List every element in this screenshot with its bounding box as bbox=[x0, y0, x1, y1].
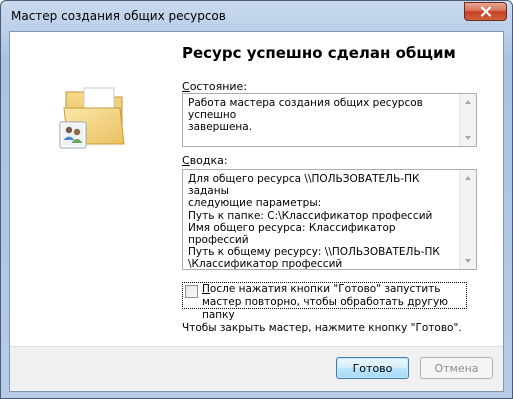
restart-wizard-option[interactable]: После нажатия кнопки "Готово" запустить … bbox=[182, 282, 467, 321]
wizard-content: Ресурс успешно сделан общим Состояние: Р… bbox=[9, 31, 504, 392]
scroll-down-icon[interactable] bbox=[465, 259, 471, 263]
close-hint: Чтобы закрыть мастер, нажмите кнопку "Го… bbox=[182, 322, 462, 334]
summary-textbox[interactable]: Для общего ресурса \\ПОЛЬЗОВАТЕЛЬ-ПК зад… bbox=[182, 169, 477, 270]
window-title: Мастер создания общих ресурсов bbox=[11, 9, 226, 23]
close-icon bbox=[480, 6, 491, 17]
summary-label: Сводка: bbox=[182, 154, 228, 167]
scroll-down-icon[interactable] bbox=[465, 136, 471, 140]
button-bar: Готово Отмена bbox=[10, 346, 503, 391]
scroll-up-icon[interactable] bbox=[465, 100, 471, 104]
status-textbox[interactable]: Работа мастера создания общих ресурсов у… bbox=[182, 93, 477, 147]
finish-button[interactable]: Готово bbox=[336, 357, 409, 379]
summary-text: Для общего ресурса \\ПОЛЬЗОВАТЕЛЬ-ПК зад… bbox=[188, 173, 440, 271]
wizard-window: Мастер создания общих ресурсов Ресурс ус… bbox=[0, 0, 513, 399]
scroll-up-icon[interactable] bbox=[465, 176, 471, 180]
shared-folder-icon bbox=[59, 87, 125, 149]
cancel-button[interactable]: Отмена bbox=[420, 357, 493, 379]
title-bar[interactable]: Мастер создания общих ресурсов bbox=[1, 1, 512, 31]
close-button[interactable] bbox=[464, 2, 507, 21]
restart-wizard-checkbox[interactable] bbox=[185, 285, 198, 298]
restart-wizard-label[interactable]: После нажатия кнопки "Готово" запустить … bbox=[202, 283, 464, 322]
status-label: Состояние: bbox=[182, 80, 248, 93]
page-title: Ресурс успешно сделан общим bbox=[182, 44, 456, 62]
summary-scrollbar[interactable] bbox=[459, 170, 476, 269]
status-text: Работа мастера создания общих ресурсов у… bbox=[188, 97, 423, 134]
status-scrollbar[interactable] bbox=[459, 94, 476, 146]
